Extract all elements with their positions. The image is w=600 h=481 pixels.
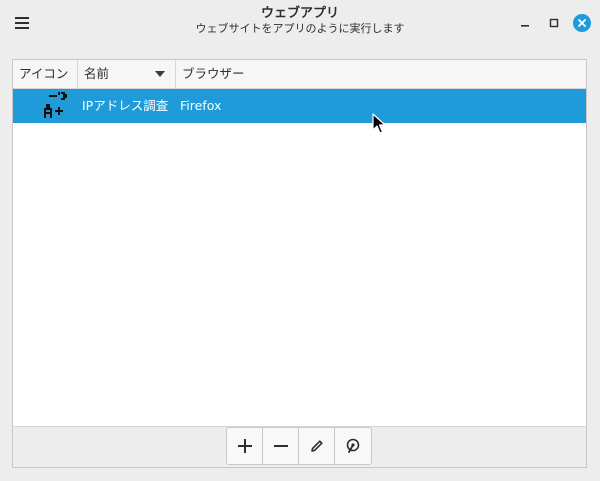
edit-button[interactable] [299, 428, 335, 464]
webapp-list: アイコン 名前 ブラウザー IPアドレス調査 Firefox [12, 59, 587, 468]
column-header-browser[interactable]: ブラウザー [176, 60, 586, 88]
app-name-cell: IPアドレス調査 [82, 98, 169, 113]
column-header-icon[interactable]: アイコン [13, 60, 78, 88]
maximize-button[interactable] [543, 12, 565, 34]
hamburger-menu-button[interactable] [10, 11, 34, 35]
title-area: ウェブアプリ ウェブサイトをアプリのように実行します [140, 7, 460, 34]
mouse-pointer-icon [372, 113, 386, 134]
table-row[interactable]: IPアドレス調査 Firefox [13, 89, 586, 123]
window-subtitle: ウェブサイトをアプリのように実行します [195, 22, 405, 35]
close-circle [573, 14, 591, 32]
close-icon [578, 19, 586, 27]
table-header: アイコン 名前 ブラウザー [13, 60, 586, 89]
app-icon-cell [35, 89, 75, 123]
run-button[interactable] [335, 428, 371, 464]
column-header-name[interactable]: 名前 [78, 60, 176, 88]
hamburger-icon [15, 17, 29, 29]
column-header-name-label: 名前 [84, 66, 110, 81]
minimize-button[interactable] [514, 12, 536, 34]
minus-icon [273, 445, 288, 447]
plus-icon [237, 439, 252, 453]
toolbar-button-group [226, 427, 372, 465]
pencil-icon [310, 440, 323, 452]
add-button[interactable] [227, 428, 263, 464]
sort-descending-icon [155, 71, 165, 77]
minimize-icon [521, 25, 529, 27]
remove-button[interactable] [263, 428, 299, 464]
header-bar: ウェブアプリ ウェブサイトをアプリのように実行します [0, 0, 600, 46]
ip-lookup-app-icon [44, 92, 67, 118]
webapps-window: ウェブアプリ ウェブサイトをアプリのように実行します アイコン 名前 ブラウザー… [0, 0, 600, 481]
close-button[interactable] [571, 12, 593, 34]
launch-icon [346, 438, 360, 453]
list-toolbar [13, 426, 586, 467]
window-title: ウェブアプリ [260, 6, 339, 21]
app-browser-cell: Firefox [180, 98, 222, 113]
maximize-icon [549, 18, 559, 28]
